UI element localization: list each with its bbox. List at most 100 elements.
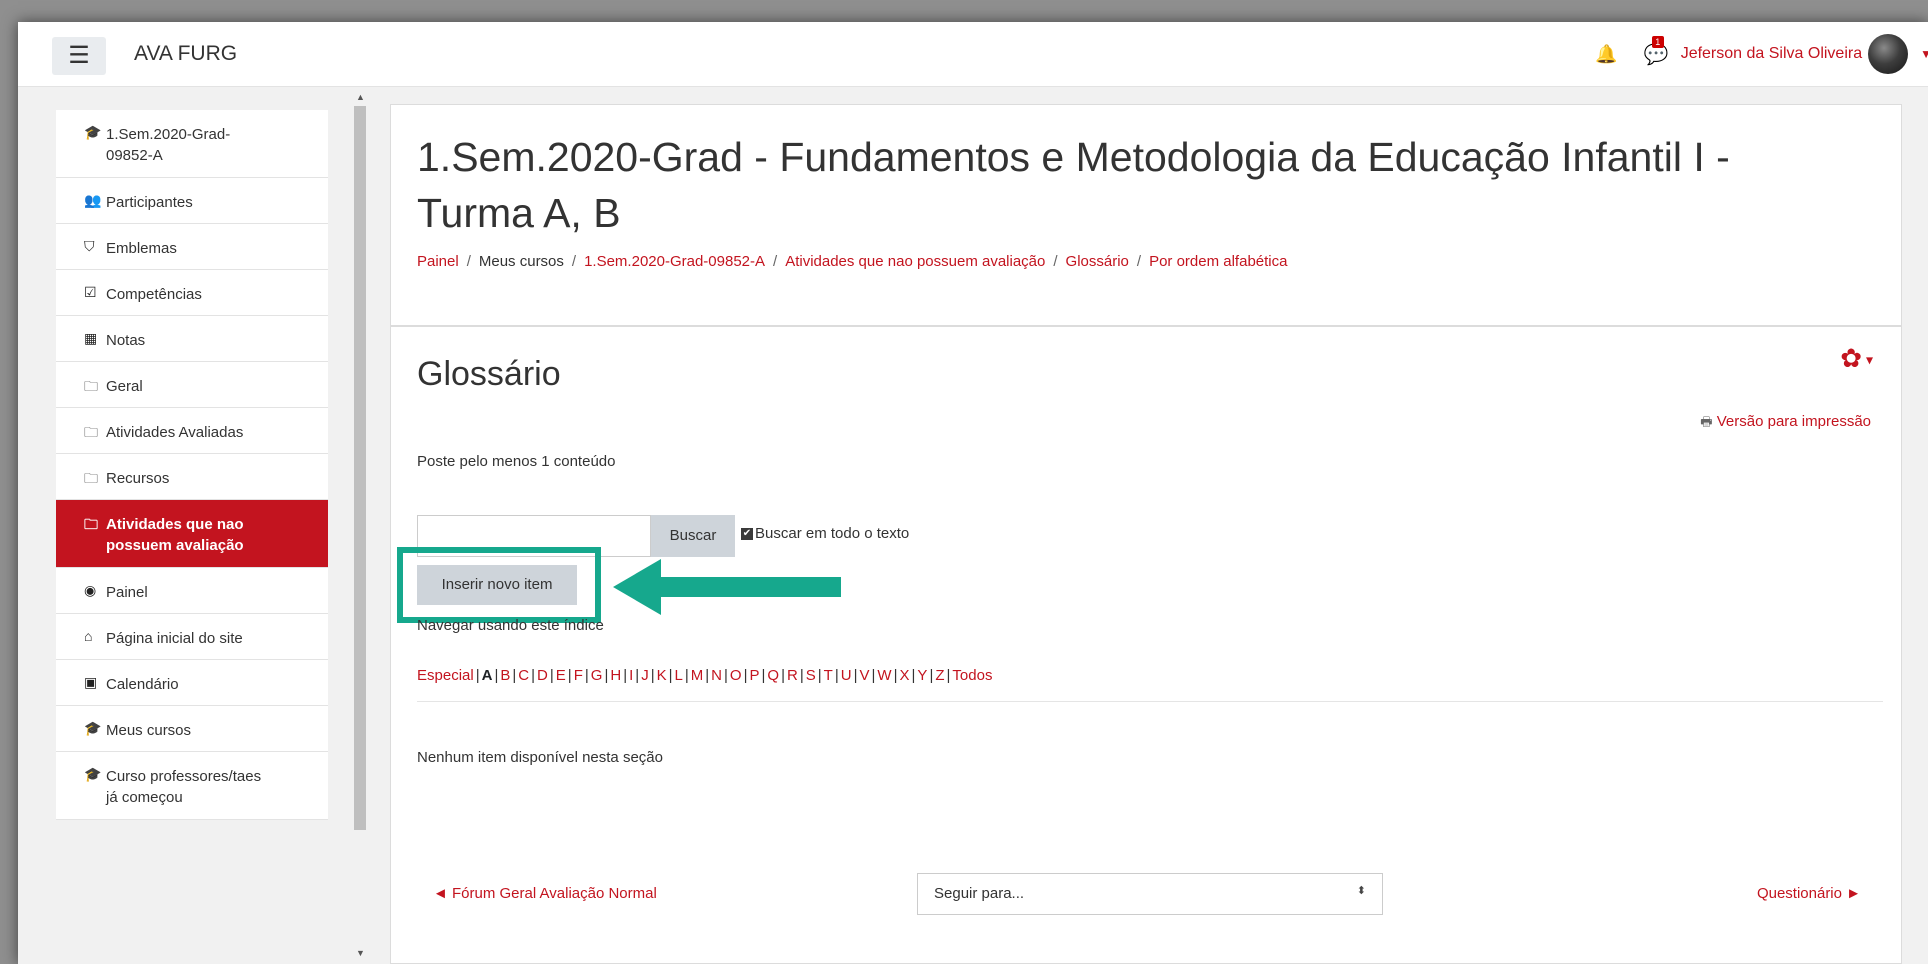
search-fulltext-checkbox[interactable]: ✔ Buscar em todo o texto bbox=[741, 525, 909, 542]
gear-icon[interactable]: ✿ ▾ bbox=[1840, 343, 1873, 374]
breadcrumb-separator: / bbox=[466, 253, 471, 270]
sidebar-item[interactable]: ▦ Notas bbox=[56, 316, 328, 362]
index-letter-x[interactable]: X bbox=[900, 667, 910, 684]
folder-icon: 🗀 bbox=[84, 378, 98, 394]
breadcrumb-item[interactable]: Painel bbox=[417, 253, 459, 270]
next-activity-link[interactable]: Questionário ► bbox=[1757, 885, 1861, 902]
sidebar-item-label: Competências bbox=[106, 286, 202, 303]
index-separator: | bbox=[929, 667, 934, 684]
bell-icon[interactable]: 🔔 bbox=[1595, 44, 1617, 65]
index-separator: | bbox=[668, 667, 673, 684]
index-letter-i[interactable]: I bbox=[629, 667, 633, 684]
jump-to-select[interactable]: Seguir para... ⬍ bbox=[917, 873, 1383, 915]
users-icon: 👥 bbox=[84, 192, 102, 208]
index-letter-a: A bbox=[481, 667, 493, 684]
sidebar-item[interactable]: 🎓 Meus cursos bbox=[56, 706, 328, 752]
index-letter-o[interactable]: O bbox=[730, 667, 742, 684]
sidebar-item[interactable]: ⛉ Emblemas bbox=[56, 224, 328, 270]
index-letter-f[interactable]: F bbox=[574, 667, 583, 684]
print-version-link[interactable]: 🖶 Versão para impressão bbox=[1700, 413, 1871, 435]
divider bbox=[417, 701, 1883, 702]
index-letter-r[interactable]: R bbox=[787, 667, 798, 684]
folder-icon: 🗀 bbox=[84, 424, 98, 440]
index-special-link[interactable]: Especial bbox=[417, 667, 474, 684]
top-navbar: ☰ AVA FURG 🔔 💬 1 Jeferson da Silva Olive… bbox=[18, 22, 1928, 87]
sidebar-item[interactable]: 🗀 Atividades que nao possuem avaliação bbox=[56, 500, 328, 568]
index-letter-z[interactable]: Z bbox=[935, 667, 944, 684]
sidebar-item[interactable]: 🗀 Geral bbox=[56, 362, 328, 408]
glossary-card: Glossário ✿ ▾ 🖶 Versão para impressão Po… bbox=[390, 326, 1902, 964]
index-separator: | bbox=[635, 667, 640, 684]
index-letter-c[interactable]: C bbox=[518, 667, 529, 684]
index-letter-y[interactable]: Y bbox=[917, 667, 927, 684]
menu-toggle-icon[interactable]: ☰ bbox=[52, 37, 106, 75]
index-all-link[interactable]: Todos bbox=[952, 667, 992, 684]
index-letter-n[interactable]: N bbox=[711, 667, 722, 684]
index-separator: | bbox=[475, 667, 480, 684]
sidebar-item-label: Participantes bbox=[106, 194, 193, 211]
sidebar-item[interactable]: 🎓 1.Sem.2020-Grad- 09852-A bbox=[56, 110, 328, 178]
sidebar-item[interactable]: ⌂ Página inicial do site bbox=[56, 614, 328, 660]
sidebar-item[interactable]: 🎓 Curso professores/taes já começou bbox=[56, 752, 328, 820]
index-separator: | bbox=[604, 667, 609, 684]
index-letter-j[interactable]: J bbox=[641, 667, 649, 684]
sidebar-item[interactable]: ☑ Competências bbox=[56, 270, 328, 316]
breadcrumb-separator: / bbox=[773, 253, 778, 270]
index-letter-l[interactable]: L bbox=[675, 667, 683, 684]
page-title: 1.Sem.2020-Grad - Fundamentos e Metodolo… bbox=[417, 134, 1730, 236]
shield-icon: ⛉ bbox=[84, 238, 95, 254]
sidebar-item-label: Página inicial do site bbox=[106, 630, 243, 647]
sidebar-item-label: Painel bbox=[106, 584, 148, 601]
scroll-up-icon[interactable]: ▲ bbox=[356, 92, 365, 102]
sidebar-item-label: Notas bbox=[106, 332, 146, 349]
index-separator: | bbox=[834, 667, 839, 684]
search-button[interactable]: Buscar bbox=[651, 515, 735, 557]
index-letter-h[interactable]: H bbox=[610, 667, 621, 684]
breadcrumb-item[interactable]: Glossário bbox=[1066, 253, 1129, 270]
index-separator: | bbox=[911, 667, 916, 684]
sidebar-item[interactable]: 👥 Participantes bbox=[56, 178, 328, 224]
index-letter-m[interactable]: M bbox=[691, 667, 704, 684]
graduation-cap-icon: 🎓 bbox=[84, 124, 102, 140]
sidebar-item[interactable]: 🗀 Recursos bbox=[56, 454, 328, 500]
breadcrumb-item[interactable]: Por ordem alfabética bbox=[1149, 253, 1287, 270]
sidebar-item[interactable]: ◉ Painel bbox=[56, 568, 328, 614]
index-letter-t[interactable]: T bbox=[824, 667, 833, 684]
print-version-label: Versão para impressão bbox=[1716, 413, 1871, 430]
scroll-down-icon[interactable]: ▼ bbox=[356, 948, 365, 958]
checkbox-checked-icon[interactable]: ✔ bbox=[741, 528, 753, 541]
index-letter-e[interactable]: E bbox=[556, 667, 566, 684]
index-letter-k[interactable]: K bbox=[657, 667, 667, 684]
index-letter-s[interactable]: S bbox=[806, 667, 816, 684]
browse-index-label: Navegar usando este índice bbox=[417, 617, 604, 634]
breadcrumb-separator: / bbox=[571, 253, 577, 270]
index-letter-q[interactable]: Q bbox=[767, 667, 779, 684]
index-separator: | bbox=[743, 667, 748, 684]
index-separator: | bbox=[584, 667, 589, 684]
prev-activity-link[interactable]: ◄ Fórum Geral Avaliação Normal bbox=[433, 885, 657, 902]
index-separator: | bbox=[705, 667, 710, 684]
user-menu-chevron-down-icon[interactable]: ▼ bbox=[1920, 47, 1928, 61]
site-name[interactable]: AVA FURG bbox=[134, 42, 237, 66]
avatar[interactable] bbox=[1868, 34, 1909, 74]
breadcrumb-item[interactable]: 1.Sem.2020-Grad-09852-A bbox=[584, 253, 765, 270]
index-letter-b[interactable]: B bbox=[500, 667, 510, 684]
printer-icon: 🖶 bbox=[1700, 414, 1713, 429]
index-letter-g[interactable]: G bbox=[591, 667, 603, 684]
user-name[interactable]: Jeferson da Silva Oliveira bbox=[1681, 45, 1862, 63]
index-letter-p[interactable]: P bbox=[750, 667, 760, 684]
glossary-intro: Poste pelo menos 1 conteúdo bbox=[417, 453, 616, 470]
sidebar-item[interactable]: 🗀 Atividades Avaliadas bbox=[56, 408, 328, 454]
breadcrumb-item[interactable]: Atividades que nao possuem avaliação bbox=[785, 253, 1045, 270]
alphabet-index: Especial | A | B | C | D | E | F | G | H | I | J | K | L | M | N | O | P… bbox=[417, 667, 992, 684]
sidebar-item[interactable]: ▣ Calendário bbox=[56, 660, 328, 706]
index-letter-w[interactable]: W bbox=[877, 667, 891, 684]
search-fulltext-label: Buscar em todo o texto bbox=[755, 525, 910, 542]
message-icon[interactable]: 💬 1 bbox=[1644, 35, 1669, 67]
sidebar-item-label: Atividades que nao possuem avaliação bbox=[106, 516, 244, 554]
index-letter-d[interactable]: D bbox=[537, 667, 548, 684]
index-letter-u[interactable]: U bbox=[841, 667, 852, 684]
drawer-scrollbar[interactable] bbox=[354, 106, 366, 830]
index-letter-v[interactable]: V bbox=[860, 667, 870, 684]
sidebar-item-label: Geral bbox=[106, 378, 143, 395]
